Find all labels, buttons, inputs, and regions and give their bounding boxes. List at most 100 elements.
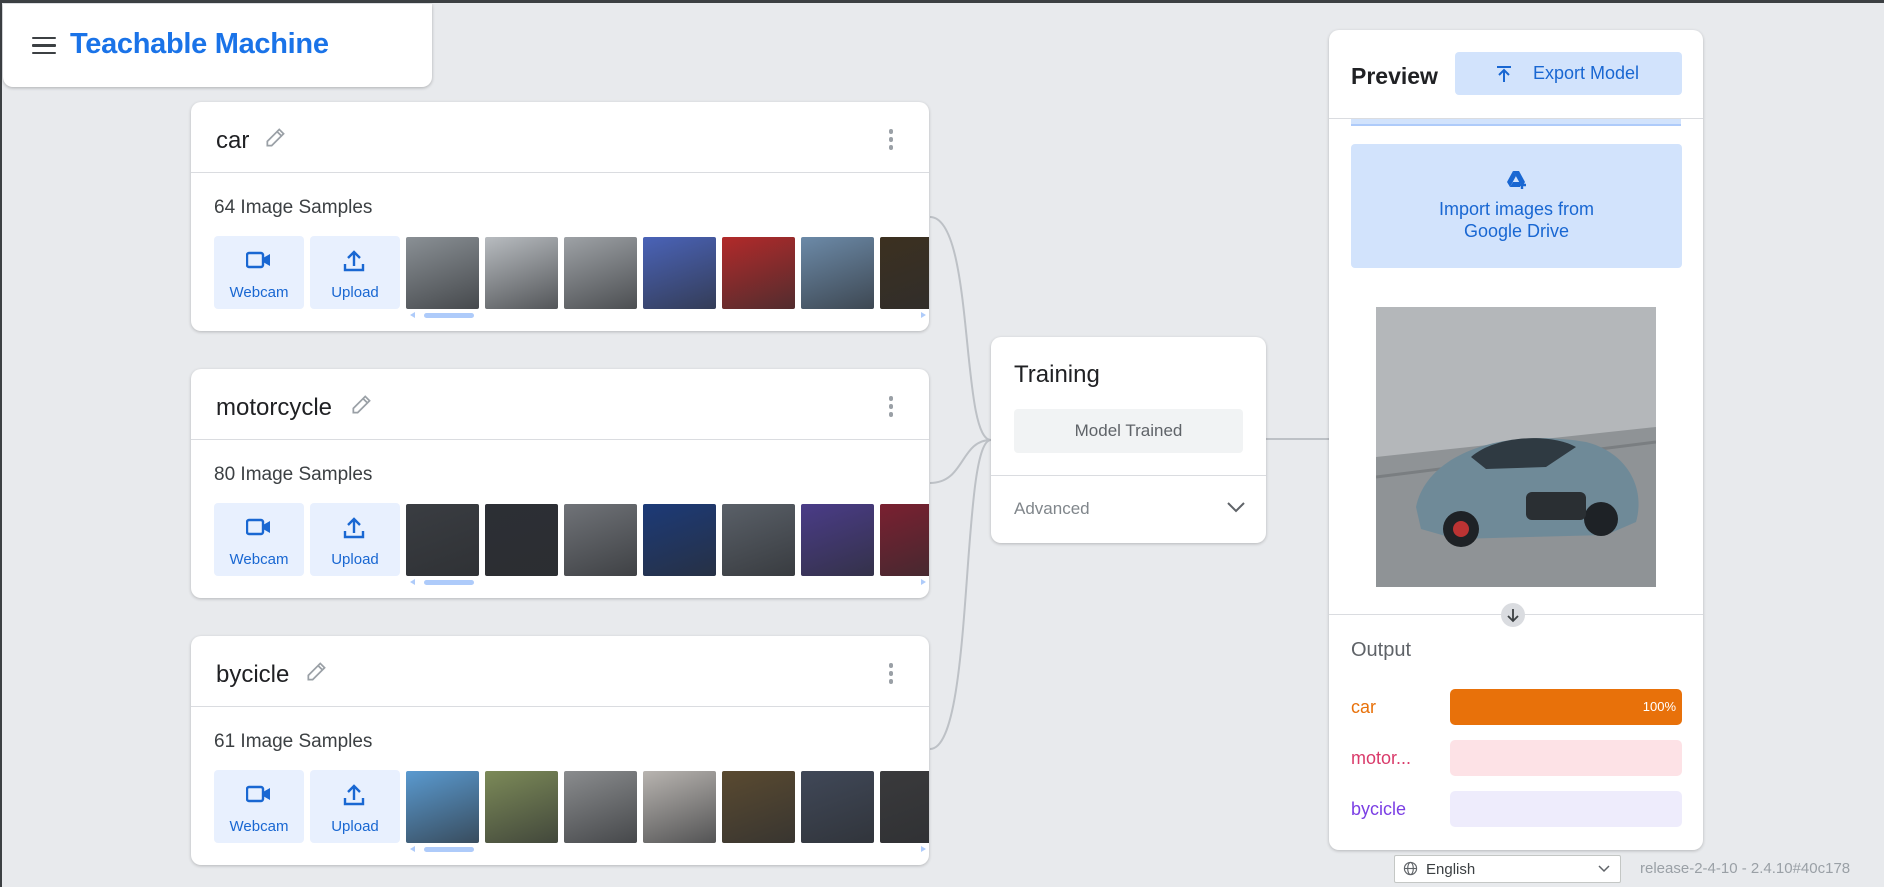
output-title: Output xyxy=(1351,639,1412,661)
sample-thumbnail[interactable] xyxy=(880,237,929,309)
scroll-left-icon[interactable] xyxy=(410,846,415,852)
preview-title: Preview xyxy=(1351,63,1438,89)
webcam-icon xyxy=(246,251,270,269)
class-name[interactable]: bycicle xyxy=(216,661,289,689)
class-title-row: motorcycle xyxy=(191,369,929,440)
webcam-label: Webcam xyxy=(229,551,289,568)
divider xyxy=(991,475,1266,476)
sample-thumbnail[interactable] xyxy=(801,237,874,309)
more-options-icon[interactable] xyxy=(888,396,894,417)
training-panel: Training Model Trained Advanced xyxy=(991,337,1266,543)
thumbnail-scrollbar[interactable] xyxy=(406,311,926,319)
export-model-button[interactable]: Export Model xyxy=(1455,52,1682,95)
upload-button[interactable]: Upload xyxy=(310,236,400,309)
import-drive-label: Import images from Google Drive xyxy=(1351,198,1682,242)
sample-thumbnail[interactable] xyxy=(643,504,716,576)
google-drive-icon xyxy=(1507,171,1526,189)
language-label: English xyxy=(1426,861,1476,878)
sample-thumbnail[interactable] xyxy=(880,771,929,843)
chevron-down-icon xyxy=(1598,865,1610,873)
edit-pencil-icon[interactable] xyxy=(263,124,289,150)
scroll-left-icon[interactable] xyxy=(410,579,415,585)
chevron-down-icon[interactable] xyxy=(1226,501,1246,513)
sample-thumbnails xyxy=(406,504,929,576)
edit-pencil-icon[interactable] xyxy=(304,658,330,684)
training-title: Training xyxy=(1014,361,1100,388)
upload-label: Upload xyxy=(331,551,379,568)
thumbnail-scrollbar[interactable] xyxy=(406,845,926,853)
confidence-bar xyxy=(1450,740,1682,776)
import-google-drive-button[interactable]: Import images from Google Drive xyxy=(1351,144,1682,268)
upload-icon xyxy=(343,517,365,539)
export-upload-icon xyxy=(1497,66,1511,82)
sample-thumbnail[interactable] xyxy=(643,237,716,309)
thumbnail-scrollbar[interactable] xyxy=(406,578,926,586)
sample-thumbnail[interactable] xyxy=(406,237,479,309)
sample-thumbnail[interactable] xyxy=(564,504,637,576)
sample-thumbnails xyxy=(406,237,929,309)
scroll-right-icon[interactable] xyxy=(921,312,926,318)
sample-thumbnail[interactable] xyxy=(722,237,795,309)
scrollbar-thumb[interactable] xyxy=(424,847,474,852)
scrollbar-thumb[interactable] xyxy=(424,580,474,585)
sample-count: 61 Image Samples xyxy=(214,731,373,752)
scrollbar-thumb[interactable] xyxy=(424,313,474,318)
webcam-icon xyxy=(246,785,270,803)
confidence-bar xyxy=(1450,791,1682,827)
upload-button[interactable]: Upload xyxy=(310,770,400,843)
globe-icon xyxy=(1403,861,1418,876)
webcam-label: Webcam xyxy=(229,818,289,835)
advanced-toggle[interactable]: Advanced xyxy=(1014,499,1090,519)
more-options-icon[interactable] xyxy=(888,663,894,684)
webcam-button[interactable]: Webcam xyxy=(214,236,304,309)
sample-thumbnail[interactable] xyxy=(643,771,716,843)
preview-panel: Preview Export Model Import images from … xyxy=(1329,30,1703,850)
import-drive-label-line2: Google Drive xyxy=(1463,221,1570,241)
upload-icon xyxy=(343,784,365,806)
confidence-percent: 100% xyxy=(1642,699,1676,714)
webcam-label: Webcam xyxy=(229,284,289,301)
language-select[interactable]: English xyxy=(1394,855,1621,883)
sample-thumbnail[interactable] xyxy=(564,237,637,309)
class-card-bycicle: bycicle 61 Image Samples Webcam Upload xyxy=(191,636,929,865)
sample-thumbnail[interactable] xyxy=(406,504,479,576)
sample-thumbnail[interactable] xyxy=(722,504,795,576)
class-card-car: car 64 Image Samples Webcam Upload xyxy=(191,102,929,331)
webcam-button[interactable]: Webcam xyxy=(214,503,304,576)
sample-thumbnail[interactable] xyxy=(485,504,558,576)
upload-label: Upload xyxy=(331,818,379,835)
export-label: Export Model xyxy=(1533,63,1640,83)
class-title-row: bycicle xyxy=(191,636,929,707)
scrolled-content-edge xyxy=(1351,119,1681,126)
upload-button[interactable]: Upload xyxy=(310,503,400,576)
arrow-down-icon[interactable] xyxy=(1501,603,1525,627)
sample-thumbnail[interactable] xyxy=(564,771,637,843)
more-options-icon[interactable] xyxy=(888,129,894,150)
output-row-bycicle: bycicle xyxy=(1351,791,1682,827)
class-card-motorcycle: motorcycle 80 Image Samples Webcam Uploa… xyxy=(191,369,929,598)
sample-thumbnail[interactable] xyxy=(722,771,795,843)
sample-thumbnail[interactable] xyxy=(801,771,874,843)
webcam-icon xyxy=(246,518,270,536)
sample-thumbnail[interactable] xyxy=(485,237,558,309)
class-name[interactable]: car xyxy=(216,127,249,155)
upload-icon xyxy=(343,250,365,272)
sample-thumbnail[interactable] xyxy=(485,771,558,843)
scroll-right-icon[interactable] xyxy=(921,579,926,585)
output-row-motorcycle: motor... xyxy=(1351,740,1682,776)
sample-thumbnail[interactable] xyxy=(801,504,874,576)
release-version: release-2-4-10 - 2.4.10#40c178 xyxy=(1640,860,1851,877)
sample-count: 64 Image Samples xyxy=(214,197,373,218)
webcam-button[interactable]: Webcam xyxy=(214,770,304,843)
upload-label: Upload xyxy=(331,284,379,301)
edit-pencil-icon[interactable] xyxy=(349,391,375,417)
import-drive-label-line1: Import images from xyxy=(1438,199,1595,219)
sample-thumbnails xyxy=(406,771,929,843)
class-name[interactable]: motorcycle xyxy=(216,394,332,422)
output-label: motor... xyxy=(1351,748,1412,768)
scroll-right-icon[interactable] xyxy=(921,846,926,852)
train-model-button[interactable]: Model Trained xyxy=(1014,409,1243,453)
sample-thumbnail[interactable] xyxy=(880,504,929,576)
scroll-left-icon[interactable] xyxy=(410,312,415,318)
sample-thumbnail[interactable] xyxy=(406,771,479,843)
